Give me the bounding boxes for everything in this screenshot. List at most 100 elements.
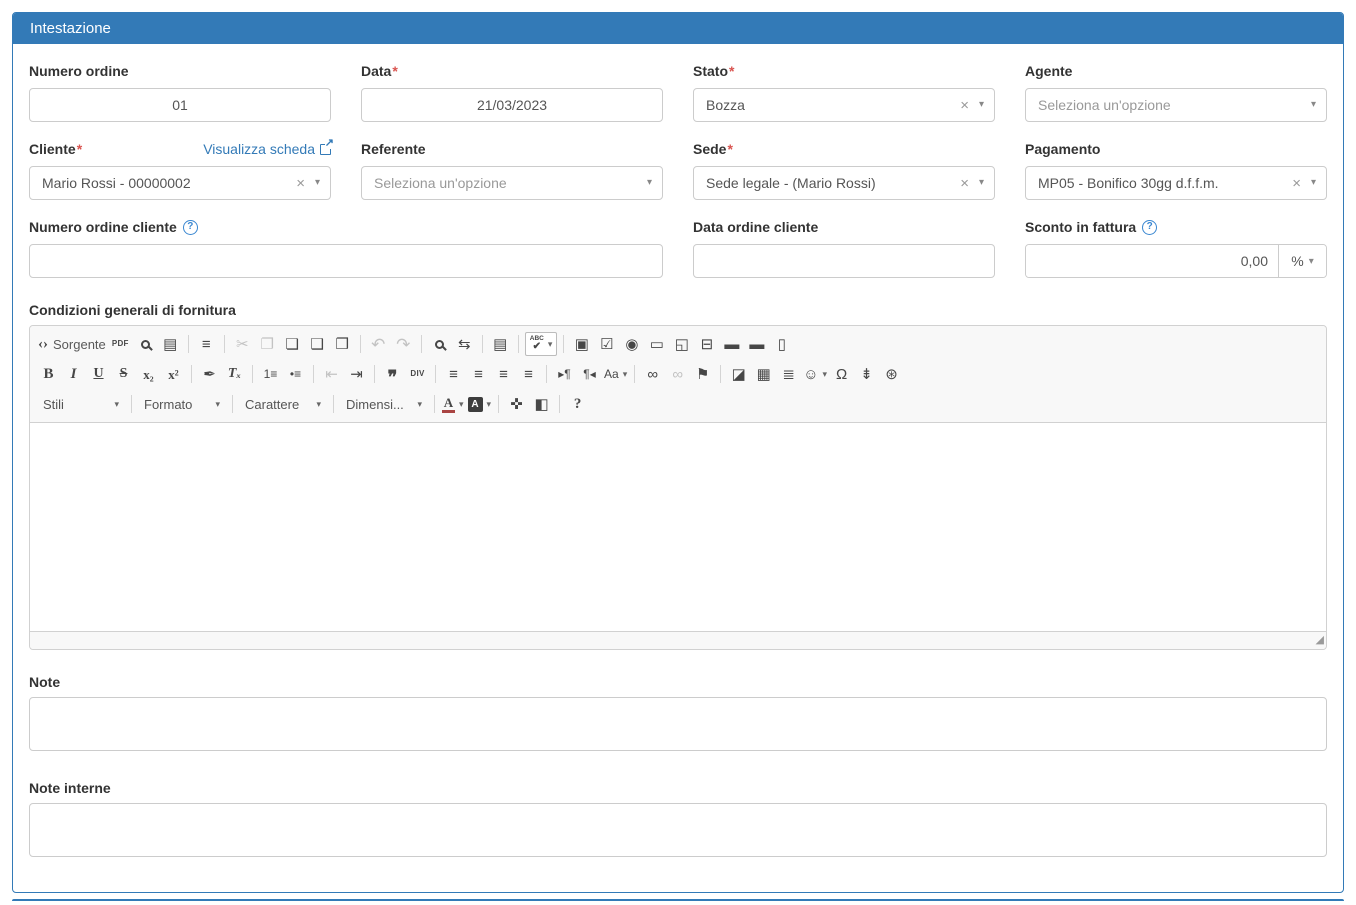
redo-button[interactable]: ↷ <box>392 332 415 356</box>
text-direction-rtl-button[interactable]: ¶◂ <box>578 362 601 386</box>
clear-icon[interactable]: × <box>1286 176 1311 191</box>
background-color-icon: A <box>468 397 483 412</box>
stato-select[interactable]: Bozza × ▾ <box>693 88 995 122</box>
copy-button[interactable]: ❐ <box>256 332 279 356</box>
copy-formatting-button[interactable]: ✒ <box>198 362 221 386</box>
cliente-select[interactable]: Mario Rossi - 00000002 × ▾ <box>29 166 331 200</box>
subscript-button[interactable]: x₂ <box>137 362 160 386</box>
clear-icon[interactable]: × <box>954 176 979 191</box>
textarea-button[interactable]: ◱ <box>670 332 693 356</box>
sconto-unit-select[interactable]: % ▾ <box>1278 245 1326 277</box>
data-input[interactable] <box>361 88 663 122</box>
unlink-icon: ∞ <box>672 367 683 382</box>
resize-handle-icon[interactable]: ◢ <box>1316 635 1324 646</box>
underline-button[interactable]: U <box>87 362 110 386</box>
show-blocks-button[interactable]: ◧ <box>530 392 553 416</box>
image-icon: ◪ <box>732 367 746 382</box>
div-container-button[interactable]: DIV <box>406 362 429 386</box>
iframe-button[interactable]: ⊛ <box>880 362 903 386</box>
superscript-button[interactable]: x² <box>162 362 185 386</box>
editor-content[interactable] <box>30 423 1326 631</box>
styles-combo-button[interactable]: Stili▾ <box>37 392 125 416</box>
cut-button[interactable]: ✂ <box>231 332 254 356</box>
radio-button[interactable]: ◉ <box>620 332 643 356</box>
source-button[interactable]: ‹›Sorgente <box>37 332 107 356</box>
italic-button[interactable]: I <box>62 362 85 386</box>
export-pdf-button[interactable]: PDF <box>109 332 132 356</box>
clear-icon[interactable]: × <box>954 98 979 113</box>
new-page-button[interactable]: ≡ <box>195 332 218 356</box>
undo-button[interactable]: ↶ <box>367 332 390 356</box>
button-button[interactable]: ▬ <box>720 332 743 356</box>
select-all-button[interactable]: ▤ <box>489 332 512 356</box>
special-character-button[interactable]: Ω <box>830 362 853 386</box>
note-textarea[interactable] <box>29 697 1327 751</box>
paste-text-button[interactable]: ❑ <box>306 332 329 356</box>
note-interne-textarea[interactable] <box>29 803 1327 857</box>
help-icon[interactable]: ? <box>183 220 198 235</box>
find-button[interactable] <box>428 332 451 356</box>
sconto-input[interactable] <box>1026 245 1278 277</box>
numero-ordine-cliente-input[interactable] <box>29 244 663 278</box>
replace-button[interactable]: ⇆ <box>453 332 476 356</box>
align-center-button[interactable]: ≡ <box>467 362 490 386</box>
remove-format-button[interactable]: Tₓ <box>223 362 246 386</box>
strikethrough-button[interactable]: S <box>112 362 135 386</box>
maximize-button[interactable]: ✜ <box>505 392 528 416</box>
page-break-button[interactable]: ⇟ <box>855 362 878 386</box>
increase-indent-button[interactable]: ⇥ <box>345 362 368 386</box>
text-color-button[interactable]: A▾ <box>441 392 465 416</box>
button-icon: ▬ <box>724 337 739 352</box>
bold-button[interactable]: B <box>37 362 60 386</box>
unlink-button[interactable]: ∞ <box>666 362 689 386</box>
visualizza-scheda-link[interactable]: Visualizza scheda <box>203 141 331 157</box>
table-button[interactable]: ▦ <box>752 362 775 386</box>
background-color-button[interactable]: A▾ <box>467 392 493 416</box>
paste-button[interactable]: ❏ <box>281 332 304 356</box>
form-button[interactable]: ▣ <box>570 332 593 356</box>
underline-icon: U <box>93 367 103 381</box>
agente-select[interactable]: Seleziona un'opzione ▾ <box>1025 88 1327 122</box>
print-button[interactable]: ▤ <box>159 332 182 356</box>
align-left-button[interactable]: ≡ <box>442 362 465 386</box>
horizontal-rule-button[interactable]: ≣ <box>777 362 800 386</box>
data-ordine-cliente-input[interactable] <box>693 244 995 278</box>
smiley-button[interactable]: ☺▾ <box>802 362 828 386</box>
blockquote-button[interactable]: ❞ <box>381 362 404 386</box>
table-icon: ▦ <box>757 367 771 382</box>
hidden-field-button[interactable]: ▯ <box>770 332 793 356</box>
numbered-list-button[interactable]: 1≡ <box>259 362 282 386</box>
text-field-button[interactable]: ▭ <box>645 332 668 356</box>
pagamento-select[interactable]: MP05 - Bonifico 30gg d.f.f.m. × ▾ <box>1025 166 1327 200</box>
justify-button[interactable]: ≡ <box>517 362 540 386</box>
font-size-combo-button[interactable]: Dimensi...▾ <box>340 392 428 416</box>
help-icon[interactable]: ? <box>1142 220 1157 235</box>
horizontal-rule-icon: ≣ <box>782 367 795 382</box>
font-combo-button[interactable]: Carattere▾ <box>239 392 327 416</box>
preview-button[interactable] <box>134 332 157 356</box>
format-combo-button[interactable]: Formato▾ <box>138 392 226 416</box>
referente-select[interactable]: Seleziona un'opzione ▾ <box>361 166 663 200</box>
caret-down-icon: ▾ <box>548 340 553 349</box>
paste-from-word-button[interactable]: ❒ <box>331 332 354 356</box>
link-button[interactable]: ∞ <box>641 362 664 386</box>
numero-ordine-input[interactable] <box>29 88 331 122</box>
checkbox-button[interactable]: ☑ <box>595 332 618 356</box>
anchor-button[interactable]: ⚑ <box>691 362 714 386</box>
bulleted-list-button[interactable]: •≡ <box>284 362 307 386</box>
about-button[interactable]: ? <box>566 392 589 416</box>
spellcheck-button[interactable]: ABC✔▾ <box>525 332 558 356</box>
image-button-button[interactable]: ▬ <box>745 332 768 356</box>
sede-label: Sede <box>693 141 726 157</box>
align-right-button[interactable]: ≡ <box>492 362 515 386</box>
clear-icon[interactable]: × <box>290 176 315 191</box>
toolbar-separator <box>313 365 314 383</box>
select-field-button[interactable]: ⊟ <box>695 332 718 356</box>
data-ordine-cliente-label: Data ordine cliente <box>693 219 818 235</box>
language-button[interactable]: Aa▾ <box>603 362 628 386</box>
decrease-indent-button[interactable]: ⇤ <box>320 362 343 386</box>
image-button[interactable]: ◪ <box>727 362 750 386</box>
cliente-label: Cliente <box>29 141 76 157</box>
sede-select[interactable]: Sede legale - (Mario Rossi) × ▾ <box>693 166 995 200</box>
text-direction-ltr-button[interactable]: ▸¶ <box>553 362 576 386</box>
